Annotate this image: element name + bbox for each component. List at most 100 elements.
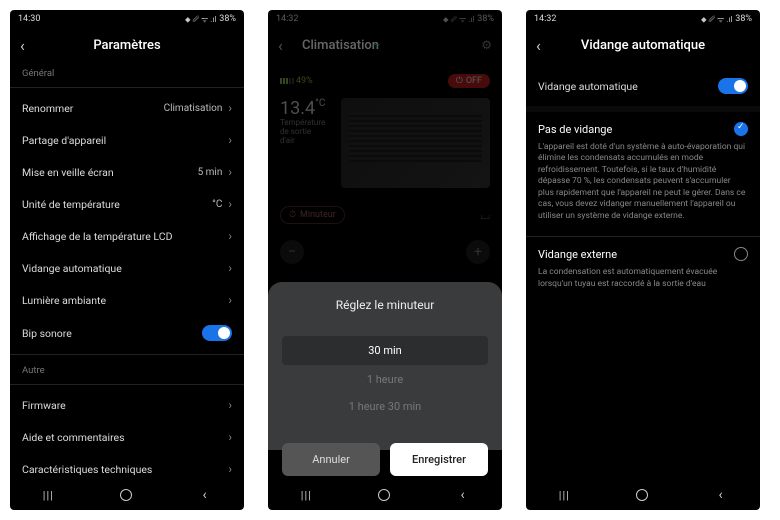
clock-icon: ⏱ [289, 210, 296, 220]
temperature-caption: Température de sortie d'air [280, 119, 320, 145]
nav-bar: ||| ‹ [10, 480, 244, 510]
status-bar: 14:32 ⬥ ␥ ᯤ .ıl 38% [526, 10, 760, 28]
temperature-value: 13.4°C [280, 98, 325, 119]
row-label: Caractéristiques techniques [22, 463, 152, 476]
row-lcd[interactable]: Affichage de la température LCD › [10, 220, 244, 252]
back-icon[interactable]: ‹ [20, 36, 34, 55]
power-label: OFF [466, 76, 482, 86]
chevron-right-icon: › [228, 398, 232, 412]
header: ‹ Vidange automatique [526, 28, 760, 62]
option-title: Vidange externe [538, 248, 617, 261]
row-help[interactable]: Aide et commentaires › [10, 421, 244, 453]
section-other: Autre [10, 359, 244, 380]
chevron-right-icon: › [228, 229, 232, 243]
status-battery: 38% [735, 14, 752, 24]
power-icon: ⏻ [456, 76, 463, 86]
screen-vidange: 14:32 ⬥ ␥ ᯤ .ıl 38% ‹ Vidange automatiqu… [526, 10, 760, 510]
option-description: L'appareil est doté d'un système à auto-… [538, 142, 748, 222]
status-battery: 38% [477, 14, 494, 24]
nav-home[interactable] [634, 487, 650, 503]
nav-recents[interactable]: ||| [41, 487, 55, 503]
nav-bar: ||| ‹ [268, 480, 502, 510]
nav-recents[interactable]: ||| [299, 487, 313, 503]
row-share[interactable]: Partage d'appareil › [10, 124, 244, 156]
chevron-right-icon: › [228, 165, 232, 179]
back-icon[interactable]: ‹ [278, 36, 292, 55]
nav-home[interactable] [118, 487, 134, 503]
row-value: 5 min [198, 167, 223, 178]
row-label: Vidange automatique [22, 262, 122, 275]
row-specs[interactable]: Caractéristiques techniques › [10, 453, 244, 480]
sheet-title: Réglez le minuteur [336, 298, 435, 312]
beep-toggle[interactable] [202, 325, 232, 341]
chevron-right-icon: › [228, 462, 232, 476]
nav-back[interactable]: ‹ [197, 487, 213, 503]
drain-content: Vidange automatique Pas de vidange L'app… [526, 62, 760, 480]
wifi-icon: ᯤ [373, 40, 380, 51]
option-external-drain[interactable]: Vidange externe La condensation est auto… [526, 237, 760, 304]
row-value: Climatisation [164, 103, 223, 114]
main-content: 49% ⏻ OFF 13.4°C Température de sortie d… [268, 62, 502, 480]
back-icon[interactable]: ‹ [536, 36, 550, 55]
chevron-right-icon: › [228, 293, 232, 307]
chevron-right-icon: › [228, 133, 232, 147]
row-label: Firmware [22, 399, 66, 412]
chevron-right-icon: › [228, 430, 232, 444]
cancel-button[interactable]: Annuler [282, 443, 380, 476]
power-pill[interactable]: ⏻ OFF [448, 74, 490, 88]
row-temp-unit[interactable]: Unité de température °C› [10, 188, 244, 220]
page-title: Paramètres [44, 38, 210, 53]
status-bar: 14:30 ⬥ ␥ ᯤ .ıl 38% [10, 10, 244, 28]
picker-option[interactable]: 1 heure 30 min [349, 394, 422, 419]
nav-back[interactable]: ‹ [713, 487, 729, 503]
chevron-right-icon: › [228, 261, 232, 275]
timer-label: Minuteur [300, 210, 336, 220]
row-label: Renommer [22, 102, 73, 115]
status-time: 14:32 [276, 14, 298, 24]
row-label: Unité de température [22, 198, 120, 211]
status-right: ⬥ ␥ ᯤ .ıl 38% [185, 14, 236, 25]
row-beep: Bip sonore [10, 316, 244, 350]
page-title: Vidange automatique [560, 38, 726, 53]
chevron-right-icon: › [228, 101, 232, 115]
screen-parametres: 14:30 ⬥ ␥ ᯤ .ıl 38% ‹ Paramètres Général… [10, 10, 244, 510]
save-button[interactable]: Enregistrer [390, 443, 488, 476]
row-label: Mise en veille écran [22, 166, 114, 179]
nav-recents[interactable]: ||| [557, 487, 571, 503]
picker-option-selected[interactable]: 30 min [282, 336, 488, 365]
status-right: ⬥ ␥ ᯤ .ıl 38% [443, 14, 494, 25]
status-battery: 38% [219, 14, 236, 24]
row-auto-drain-toggle: Vidange automatique [526, 66, 760, 106]
device-image [341, 98, 490, 188]
timer-sheet: Réglez le minuteur 30 min 1 heure 1 heur… [268, 282, 502, 450]
minus-button[interactable]: − [280, 240, 304, 264]
mode-icon[interactable]: ⌴ [480, 208, 490, 223]
radio-selected-icon[interactable] [734, 122, 748, 136]
header: ‹ Paramètres [10, 28, 244, 62]
nav-back[interactable]: ‹ [455, 487, 471, 503]
status-icons: ⬥ ␥ ᯤ .ıl [443, 14, 474, 25]
nav-bar: ||| ‹ [526, 480, 760, 510]
row-firmware[interactable]: Firmware › [10, 389, 244, 421]
row-label: Affichage de la température LCD [22, 230, 172, 243]
row-drain[interactable]: Vidange automatique › [10, 252, 244, 284]
timer-chip[interactable]: ⏱ Minuteur [280, 206, 345, 224]
radio-unselected-icon[interactable] [734, 247, 748, 261]
picker-option[interactable]: 1 heure [367, 367, 403, 392]
gear-icon[interactable]: ⚙ [481, 38, 492, 52]
status-bar: 14:32 ⬥ ␥ ᯤ .ıl 38% [268, 10, 502, 28]
row-rename[interactable]: Renommer Climatisation › [10, 92, 244, 124]
page-title: Climatisation [302, 38, 383, 53]
option-description: La condensation est automatiquement évac… [538, 267, 748, 290]
row-screen-timeout[interactable]: Mise en veille écran 5 min › [10, 156, 244, 188]
timer-picker[interactable]: 30 min 1 heure 1 heure 30 min [282, 336, 488, 419]
screen-climatisation: 14:32 ⬥ ␥ ᯤ .ıl 38% ‹ Climatisation ᯤ ⚙ … [268, 10, 502, 510]
plus-button[interactable]: + [466, 240, 490, 264]
section-general: Général [10, 62, 244, 83]
nav-home[interactable] [376, 487, 392, 503]
option-no-drain[interactable]: Pas de vidange L'appareil est doté d'un … [526, 112, 760, 236]
row-ambient-light[interactable]: Lumière ambiante › [10, 284, 244, 316]
status-right: ⬥ ␥ ᯤ .ıl 38% [701, 14, 752, 25]
status-time: 14:30 [18, 14, 40, 24]
auto-drain-toggle[interactable] [718, 78, 748, 94]
